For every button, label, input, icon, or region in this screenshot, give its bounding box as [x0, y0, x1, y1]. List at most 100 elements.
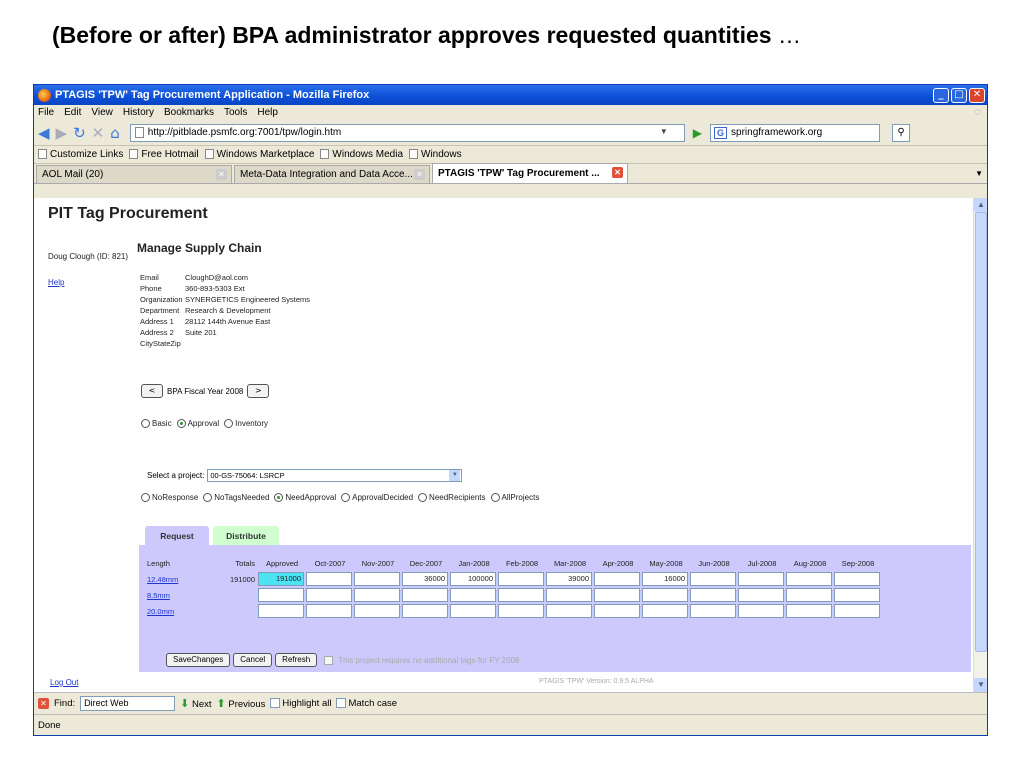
radio-inventory[interactable]: Inventory — [224, 419, 268, 428]
logout-link[interactable]: Log Out — [50, 678, 78, 687]
close-window-button[interactable]: ✕ — [969, 87, 985, 103]
reload-icon[interactable]: ↻ — [73, 124, 86, 142]
url-dropdown-icon[interactable]: ▼ — [660, 127, 668, 136]
bookmark-item[interactable]: Customize Links — [38, 149, 123, 160]
approved-input[interactable] — [258, 604, 304, 618]
month-quantity-input[interactable]: 100000 — [450, 572, 496, 586]
close-tab-icon[interactable]: ✕ — [216, 169, 227, 180]
month-quantity-input[interactable]: 36000 — [402, 572, 448, 586]
scroll-thumb[interactable] — [975, 212, 987, 652]
chevron-down-icon[interactable]: ▼ — [449, 470, 461, 481]
month-quantity-input[interactable] — [786, 604, 832, 618]
month-quantity-input[interactable] — [546, 588, 592, 602]
stop-icon[interactable]: ✕ — [92, 124, 105, 142]
project-select[interactable]: 00-GS-75064: LSRCP ▼ — [207, 469, 463, 482]
url-bar[interactable]: http://pitblade.psmfc.org:7001/tpw/login… — [129, 123, 685, 142]
month-quantity-input[interactable] — [642, 604, 688, 618]
cancel-button[interactable]: Cancel — [233, 653, 273, 667]
radio-notagsneeded[interactable]: NoTagsNeeded — [203, 493, 269, 502]
month-quantity-input[interactable] — [498, 572, 544, 586]
month-quantity-input[interactable] — [450, 604, 496, 618]
month-quantity-input[interactable] — [498, 588, 544, 602]
month-quantity-input[interactable] — [306, 588, 352, 602]
back-icon[interactable]: ◀ — [38, 124, 50, 142]
month-quantity-input[interactable] — [306, 604, 352, 618]
bookmark-item[interactable]: Windows Media — [320, 149, 403, 160]
menu-tools[interactable]: Tools — [224, 107, 247, 118]
tab-aol-mail[interactable]: AOL Mail (20) ✕ — [36, 165, 232, 183]
menu-history[interactable]: History — [123, 107, 154, 118]
month-quantity-input[interactable] — [402, 588, 448, 602]
save-changes-button[interactable]: SaveChanges — [166, 653, 231, 667]
approved-input[interactable]: 191000 — [258, 572, 304, 586]
close-find-icon[interactable]: ✕ — [38, 698, 49, 709]
scroll-up-icon[interactable]: ▲ — [974, 198, 987, 212]
bookmark-item[interactable]: Windows Marketplace — [204, 149, 314, 160]
month-quantity-input[interactable] — [402, 604, 448, 618]
find-next-button[interactable]: ⬇ Next — [180, 697, 211, 710]
month-quantity-input[interactable] — [738, 572, 784, 586]
month-quantity-input[interactable] — [834, 588, 880, 602]
menu-help[interactable]: Help — [257, 107, 278, 118]
month-quantity-input[interactable] — [594, 604, 640, 618]
month-quantity-input[interactable] — [642, 588, 688, 602]
no-tags-checkbox[interactable] — [324, 655, 334, 665]
close-tab-icon[interactable]: ✕ — [414, 169, 425, 180]
month-quantity-input[interactable] — [738, 604, 784, 618]
radio-noresponse[interactable]: NoResponse — [141, 493, 198, 502]
month-quantity-input[interactable] — [594, 572, 640, 586]
month-quantity-input[interactable] — [690, 588, 736, 602]
length-link[interactable]: 8.5mm — [147, 591, 211, 600]
month-quantity-input[interactable] — [786, 588, 832, 602]
tab-ptagis[interactable]: PTAGIS 'TPW' Tag Procurement ... ✕ — [432, 163, 628, 183]
vertical-scrollbar[interactable]: ▲ ▼ — [973, 198, 987, 692]
length-link[interactable]: 12.48mm — [147, 575, 211, 584]
length-link[interactable]: 20.0mm — [147, 607, 211, 616]
month-quantity-input[interactable] — [498, 604, 544, 618]
month-quantity-input[interactable] — [306, 572, 352, 586]
bookmark-item[interactable]: Free Hotmail — [129, 149, 199, 160]
month-quantity-input[interactable] — [834, 572, 880, 586]
radio-approval[interactable]: Approval — [176, 419, 219, 428]
month-quantity-input[interactable] — [354, 572, 400, 586]
month-quantity-input[interactable] — [546, 604, 592, 618]
tab-distribute[interactable]: Distribute — [213, 526, 279, 546]
month-quantity-input[interactable] — [594, 588, 640, 602]
menu-bookmarks[interactable]: Bookmarks — [164, 107, 214, 118]
highlight-all-button[interactable]: Highlight all — [270, 698, 331, 709]
refresh-button[interactable]: Refresh — [275, 653, 318, 667]
help-link[interactable]: Help — [48, 278, 64, 287]
search-engine-icon[interactable]: G — [714, 126, 728, 139]
scroll-down-icon[interactable]: ▼ — [974, 678, 987, 692]
menu-view[interactable]: View — [91, 107, 113, 118]
find-input[interactable]: Direct Web — [80, 696, 176, 711]
radio-needapproval[interactable]: NeedApproval — [274, 493, 336, 502]
radio-needrecipients[interactable]: NeedRecipients — [418, 493, 486, 502]
month-quantity-input[interactable] — [738, 588, 784, 602]
minimize-button[interactable]: _ — [933, 87, 949, 103]
month-quantity-input[interactable]: 16000 — [642, 572, 688, 586]
search-icon[interactable]: ⚲ — [892, 123, 911, 142]
radio-approvaldecided[interactable]: ApprovalDecided — [341, 493, 413, 502]
radio-basic[interactable]: Basic — [141, 419, 172, 428]
close-tab-icon[interactable]: ✕ — [612, 167, 623, 178]
tab-meta-data[interactable]: Meta-Data Integration and Data Acce... ✕ — [234, 165, 430, 183]
bookmark-item[interactable]: Windows — [409, 149, 462, 160]
month-quantity-input[interactable] — [786, 572, 832, 586]
month-quantity-input[interactable] — [354, 604, 400, 618]
maximize-button[interactable]: □ — [951, 87, 967, 103]
month-quantity-input[interactable]: 39000 — [546, 572, 592, 586]
tab-request[interactable]: Request — [145, 526, 209, 546]
prev-year-button[interactable]: < — [141, 384, 163, 398]
month-quantity-input[interactable] — [834, 604, 880, 618]
forward-icon[interactable]: ▶ — [56, 124, 68, 142]
tab-list-icon[interactable]: ▼ — [975, 169, 983, 178]
month-quantity-input[interactable] — [354, 588, 400, 602]
menu-file[interactable]: File — [38, 107, 54, 118]
menu-edit[interactable]: Edit — [64, 107, 81, 118]
go-icon[interactable]: ▶ — [693, 126, 702, 140]
radio-allprojects[interactable]: AllProjects — [490, 493, 539, 502]
home-icon[interactable]: ⌂ — [110, 124, 120, 142]
month-quantity-input[interactable] — [690, 572, 736, 586]
month-quantity-input[interactable] — [450, 588, 496, 602]
